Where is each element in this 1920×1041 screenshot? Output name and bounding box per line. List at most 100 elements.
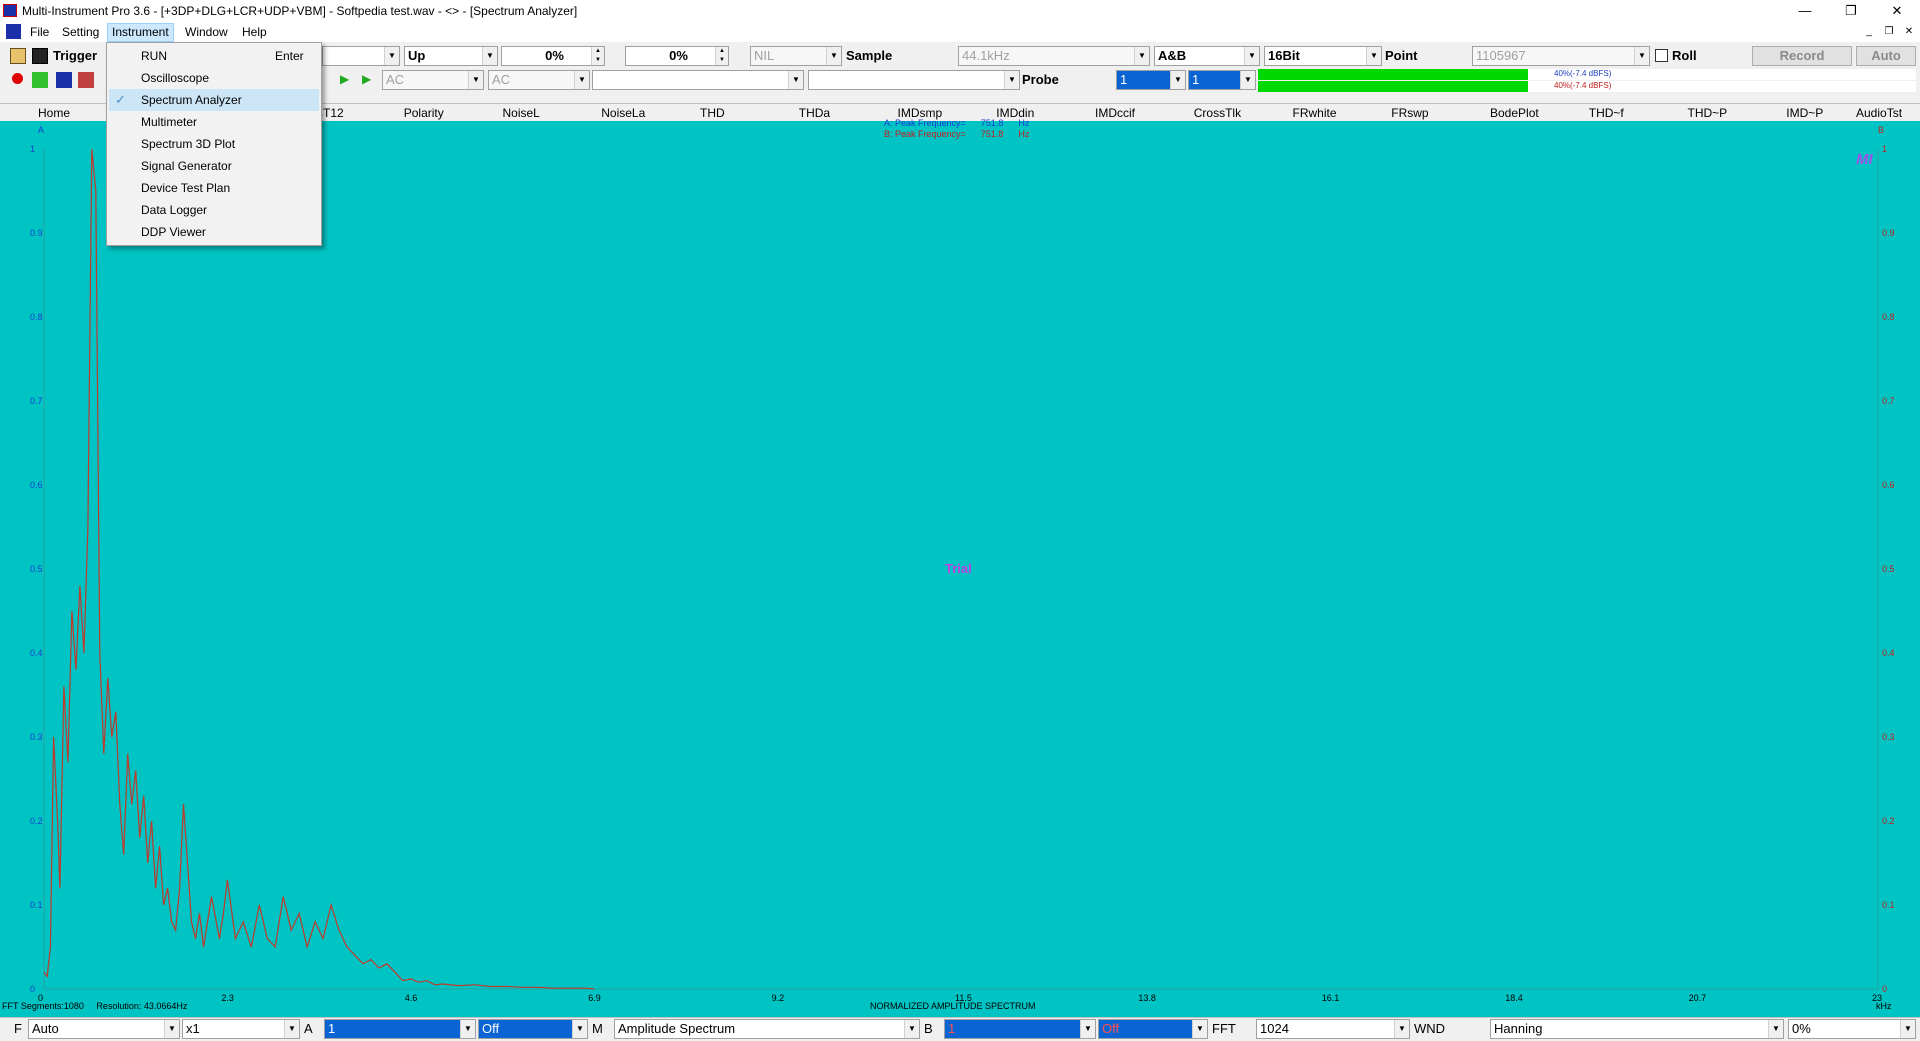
coupling-a-select[interactable]: AC ▼ (382, 70, 484, 90)
level-meter-b-fill (1258, 81, 1528, 92)
y-tick-label-right: 0 (1882, 984, 1887, 994)
a-scale-value: 1 (328, 1021, 336, 1036)
x-tick-label: 20.7 (1689, 993, 1707, 1003)
tab-noisela[interactable]: NoiseLa (601, 106, 645, 120)
mdi-minimize-button[interactable]: _ (1862, 25, 1876, 39)
spectrogram-icon[interactable] (78, 72, 94, 88)
menu-item-ddp-viewer[interactable]: DDP Viewer (109, 221, 319, 243)
menu-item-device-test-plan[interactable]: Device Test Plan (109, 177, 319, 199)
trigger-delay-spinner[interactable]: 0% ▲ ▼ (625, 46, 729, 66)
channel-a-select[interactable]: ▼ (592, 70, 804, 90)
menu-item-multimeter[interactable]: Multimeter (109, 111, 319, 133)
tab-bodeplot[interactable]: BodePlot (1490, 106, 1539, 120)
channel-b-select[interactable]: ▼ (808, 70, 1020, 90)
trigger-direction-select[interactable]: Up ▼ (404, 46, 498, 66)
menu-help[interactable]: Help (238, 24, 271, 41)
restore-button[interactable]: ❐ (1828, 0, 1874, 22)
record-button[interactable]: Record (1752, 46, 1852, 66)
chevron-down-icon: ▼ (1080, 1020, 1095, 1038)
menu-item-label: Device Test Plan (141, 181, 231, 195)
close-button[interactable]: ✕ (1874, 0, 1920, 22)
menu-item-run[interactable]: RUN Enter (109, 45, 319, 67)
play-icon[interactable]: ▶ (340, 72, 349, 86)
play-step-icon[interactable]: ▶ (362, 72, 371, 86)
y-tick-label-right: 1 (1882, 144, 1887, 154)
x-axis-unit: kHz (1876, 1001, 1892, 1011)
chevron-down-icon: ▼ (574, 71, 589, 89)
coupling-b-select[interactable]: AC ▼ (488, 70, 590, 90)
axis-a-label: A (38, 125, 45, 135)
menu-item-signal-generator[interactable]: Signal Generator (109, 155, 319, 177)
spectrum-series-line (43, 148, 595, 990)
tab-thd-p[interactable]: THD~P (1688, 106, 1728, 120)
roll-checkbox[interactable] (1655, 49, 1668, 62)
a-state-select[interactable]: Off ▼ (478, 1019, 588, 1039)
zoom-select[interactable]: x1 ▼ (182, 1019, 300, 1039)
tab-frwhite[interactable]: FRwhite (1293, 106, 1337, 120)
m-label: M (592, 1021, 603, 1036)
menu-item-oscilloscope[interactable]: Oscilloscope (109, 67, 319, 89)
b-state-select[interactable]: Off ▼ (1098, 1019, 1208, 1039)
tab-thd-f[interactable]: THD~f (1589, 106, 1624, 120)
point-select[interactable]: 1105967 ▼ (1472, 46, 1650, 66)
oscilloscope-icon[interactable] (32, 72, 48, 88)
mdi-app-icon[interactable] (6, 24, 21, 39)
mode-select[interactable]: Amplitude Spectrum ▼ (614, 1019, 920, 1039)
tab-imdccif[interactable]: IMDccif (1095, 106, 1135, 120)
record-dot-icon[interactable] (12, 73, 23, 84)
trigger-level-spinner[interactable]: 0% ▲ ▼ (501, 46, 605, 66)
x-tick-label: 4.6 (405, 993, 418, 1003)
chevron-down-icon: ▼ (1170, 71, 1185, 89)
tab-thda[interactable]: THDa (799, 106, 830, 120)
mi-logo: MI (1856, 151, 1873, 168)
nil-select[interactable]: NIL ▼ (750, 46, 842, 66)
menu-item-spectrum-analyzer[interactable]: ✓ Spectrum Analyzer (109, 89, 319, 111)
tab-imd-p[interactable]: IMD~P (1786, 106, 1823, 120)
channels-select[interactable]: A&B ▼ (1154, 46, 1260, 66)
menu-instrument[interactable]: Instrument (107, 23, 174, 42)
chevron-down-icon: ▼ (468, 71, 483, 89)
auto-button[interactable]: Auto (1856, 46, 1916, 66)
tab-thd[interactable]: THD (700, 106, 725, 120)
tab-audiotst[interactable]: AudioTst (1856, 106, 1902, 120)
menu-window[interactable]: Window (181, 24, 232, 41)
spectrum-icon[interactable] (56, 72, 72, 88)
y-tick-label-right: 0.3 (1882, 732, 1895, 742)
spin-arrows-icon[interactable]: ▲ ▼ (591, 47, 604, 65)
tab-frswp[interactable]: FRswp (1391, 106, 1428, 120)
mdi-close-button[interactable]: ✕ (1902, 25, 1916, 39)
b-scale-select[interactable]: 1 ▼ (944, 1019, 1096, 1039)
tab-crosstlk[interactable]: CrossTlk (1194, 106, 1241, 120)
tab-noisel[interactable]: NoiseL (503, 106, 540, 120)
window-function-select[interactable]: Hanning ▼ (1490, 1019, 1784, 1039)
sample-rate-select[interactable]: 44.1kHz ▼ (958, 46, 1150, 66)
tab-polarity[interactable]: Polarity (404, 106, 444, 120)
menu-item-data-logger[interactable]: Data Logger (109, 199, 319, 221)
probe-a-select[interactable]: 1 ▼ (1116, 70, 1186, 90)
trigger-source-select[interactable]: ▼ (322, 46, 400, 66)
peak-frequency-b: B: Peak Frequency= 751.8 Hz (884, 129, 1030, 139)
menu-file[interactable]: File (26, 24, 53, 41)
y-tick-label-left: 0.4 (30, 648, 43, 658)
fft-size-select[interactable]: 1024 ▼ (1256, 1019, 1410, 1039)
frequency-range-select[interactable]: Auto ▼ (28, 1019, 180, 1039)
spectrum-plot[interactable]: 0 0 0.1 0.1 0.2 0.2 0.3 0.3 0.4 0.4 0.5 0.5 0.6 0.6 0.… (0, 118, 1920, 1017)
y-tick-label-left: 0 (30, 984, 35, 994)
tab-home[interactable]: Home (38, 106, 70, 120)
menu-item-spectrum-3d-plot[interactable]: Spectrum 3D Plot (109, 133, 319, 155)
save-icon[interactable] (32, 48, 48, 64)
overlap-select[interactable]: 0% ▼ (1788, 1019, 1916, 1039)
open-folder-icon[interactable] (10, 48, 26, 64)
a-scale-select[interactable]: 1 ▼ (324, 1019, 476, 1039)
probe-b-select[interactable]: 1 ▼ (1188, 70, 1256, 90)
fft-status: FFT Segments:1080 Resolution: 43.0664Hz (2, 1001, 188, 1011)
trigger-direction-value: Up (408, 48, 426, 63)
menu-setting[interactable]: Setting (58, 24, 103, 41)
sample-rate-value: 44.1kHz (962, 48, 1010, 63)
bits-select[interactable]: 16Bit ▼ (1264, 46, 1382, 66)
mdi-restore-button[interactable]: ❐ (1882, 25, 1896, 39)
x-tick-label: 6.9 (588, 993, 601, 1003)
minimize-button[interactable]: — (1782, 0, 1828, 22)
spin-arrows-icon[interactable]: ▲ ▼ (715, 47, 728, 65)
y-tick-label-right: 0.5 (1882, 564, 1895, 574)
